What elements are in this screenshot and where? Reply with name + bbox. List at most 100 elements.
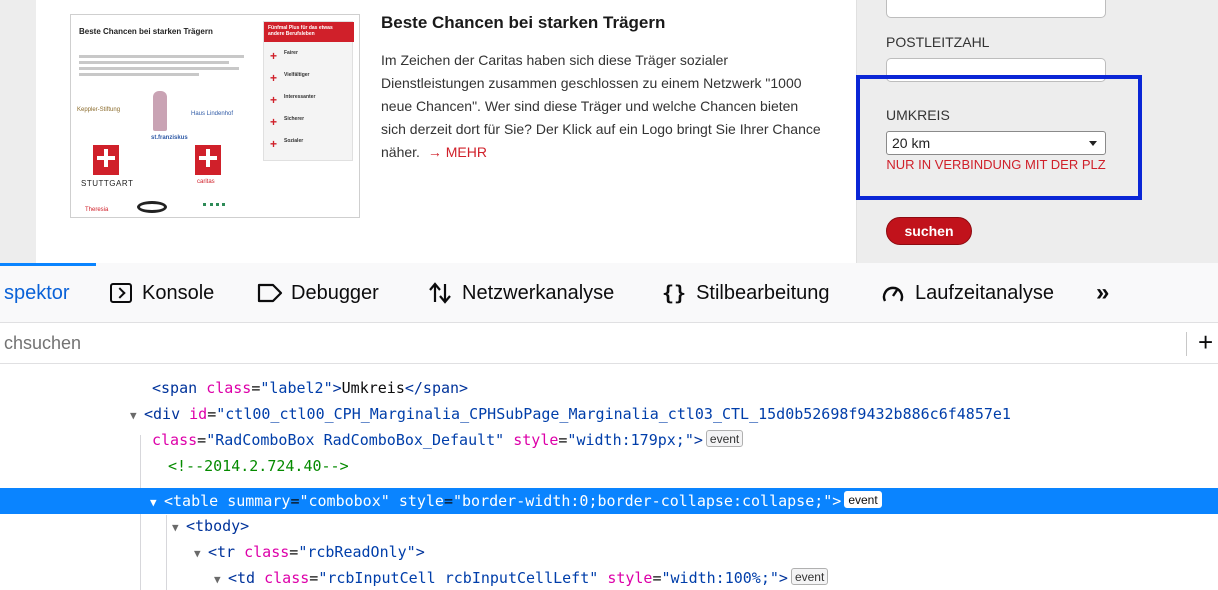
attr-name: style — [398, 492, 444, 510]
tag-close: > — [778, 569, 788, 587]
umkreis-label: UMKREIS — [886, 107, 950, 123]
tree-row-comment[interactable]: <!--2014.2.724.40--> — [168, 453, 349, 479]
attr-value: "label2" — [260, 379, 333, 397]
tag-close: > — [415, 543, 425, 561]
tag-open: <tr — [208, 543, 236, 561]
benefit-label: Sozialer — [284, 138, 304, 144]
teaser-benefits-title: Fünfmal Plus für das etwas andere Berufs… — [268, 25, 333, 37]
debugger-icon — [257, 283, 283, 303]
tab-console-label: Konsole — [142, 281, 215, 304]
tree-row-span-label[interactable]: <span class="label2">Umkreis</span> — [152, 375, 468, 401]
active-tab-indicator — [0, 263, 96, 266]
dropdown-arrow-icon — [1089, 141, 1097, 146]
keppler-logo: Keppler-Stiftung — [77, 107, 121, 113]
tab-network[interactable]: Netzwerkanalyse — [428, 277, 614, 309]
attr-name: summary — [227, 492, 291, 510]
tree-guide-line — [166, 515, 167, 590]
tree-row-table-selected[interactable]: ▼ <table summary="combobox" style="border… — [0, 488, 1218, 514]
webpage-viewport: Beste Chancen bei starken Trägern Fünfma… — [0, 0, 1218, 263]
tag-end: </span> — [404, 379, 469, 397]
toolbar-separator — [1186, 332, 1187, 356]
benefit-label: Sicherer — [284, 116, 305, 122]
expand-triangle-icon[interactable]: ▼ — [150, 490, 164, 516]
attr-name: class — [264, 569, 310, 587]
people-logo — [203, 203, 225, 215]
tag-open: <div — [144, 405, 181, 423]
teaser-text-line — [79, 73, 199, 76]
html-search-placeholder: chsuchen — [4, 333, 82, 353]
benefit-label: Vielfältiger — [284, 72, 310, 78]
teaser-text-line — [79, 67, 239, 70]
tab-style-editor[interactable]: {} Stilbearbeitung — [662, 277, 830, 309]
event-badge[interactable]: event — [705, 430, 744, 447]
performance-icon — [881, 282, 905, 304]
lindenhof-logo: Haus Lindenhof — [191, 111, 234, 117]
network-icon — [428, 282, 452, 304]
attr-name: class — [244, 543, 290, 561]
tab-performance-label: Laufzeitanalyse — [915, 281, 1054, 304]
article-title: Beste Chancen bei starken Trägern — [381, 13, 666, 32]
markup-tree: - - - - - - - - - - - <span class="label… — [0, 365, 1218, 590]
tag-open: <td — [228, 569, 256, 587]
tag-close: > — [693, 431, 703, 449]
umkreis-hint: NUR IN VERBINDUNG MIT DER PLZ — [886, 157, 1106, 172]
figure-logo — [153, 91, 167, 131]
tab-style-editor-label: Stilbearbeitung — [696, 281, 830, 304]
tab-network-label: Netzwerkanalyse — [462, 281, 615, 304]
attr-value: "combobox" — [299, 492, 390, 510]
stuttgart-logo-label: STUTTGART — [81, 179, 134, 188]
umkreis-select[interactable]: 20 km — [886, 131, 1106, 155]
add-node-icon[interactable]: + — [1198, 327, 1213, 357]
console-icon — [110, 283, 132, 303]
caritas-logo-label: caritas — [197, 179, 215, 185]
attr-value: "RadComboBox RadComboBox_Default" — [206, 431, 505, 449]
tab-overflow-button[interactable]: » — [1096, 277, 1109, 309]
attr-name: class — [206, 379, 252, 397]
attr-name: id — [189, 405, 208, 423]
comment-node: <!--2014.2.724.40--> — [168, 457, 349, 475]
teaser-image-title: Beste Chancen bei starken Trägern — [79, 27, 213, 36]
attr-value: "width:100%;" — [661, 569, 779, 587]
event-badge[interactable]: event — [844, 491, 882, 508]
plz-label: POSTLEITZAHL — [886, 34, 990, 50]
event-badge[interactable]: event — [790, 568, 829, 585]
location-input[interactable] — [886, 0, 1106, 18]
tree-row-td-clipped[interactable]: ▼ <td class="rcbInputCell rcbInputCellLef… — [214, 565, 829, 590]
attr-value: "ctl00_ctl00_CPH_Marginalia_CPHSubPage_M… — [216, 405, 1011, 423]
more-link[interactable]: → MEHR — [428, 144, 487, 160]
devtools-panel: spektor Konsole Debugger Netzwerkanalyse… — [0, 263, 1218, 590]
attr-name: style — [513, 431, 559, 449]
expand-triangle-icon[interactable]: ▼ — [214, 567, 228, 590]
attr-name: class — [152, 431, 198, 449]
tab-performance[interactable]: Laufzeitanalyse — [881, 277, 1054, 309]
tree-row-div-cont[interactable]: class="RadComboBox RadComboBox_Default" … — [152, 427, 744, 453]
tag-open: <span — [152, 379, 198, 397]
plus-icon: + — [270, 137, 278, 151]
style-editor-icon: {} — [662, 281, 687, 305]
teaser-benefits-header: Fünfmal Plus für das etwas andere Berufs… — [264, 22, 354, 42]
expand-triangle-icon[interactable]: ▼ — [172, 515, 186, 541]
tag-open: <tbody> — [186, 517, 250, 535]
tab-console[interactable]: Konsole — [110, 277, 214, 309]
search-button[interactable]: suchen — [886, 217, 972, 245]
tab-debugger[interactable]: Debugger — [257, 277, 379, 309]
expand-triangle-icon[interactable]: ▼ — [194, 541, 208, 567]
teaser-image[interactable]: Beste Chancen bei starken Trägern Fünfma… — [70, 14, 360, 218]
plus-icon: + — [270, 115, 278, 129]
plus-icon: + — [270, 71, 278, 85]
tag-open: <table — [164, 492, 219, 510]
tree-row-tr[interactable]: ▼ <tr class="rcbReadOnly"> — [194, 539, 425, 565]
tree-row-tbody[interactable]: ▼ <tbody> — [172, 513, 249, 539]
plus-icon: + — [270, 49, 278, 63]
umkreis-selected-value: 20 km — [892, 135, 931, 151]
tag-close: > — [332, 379, 342, 397]
attr-value: "border-width:0;border-collapse:collapse… — [453, 492, 833, 510]
devtools-toolbar: spektor Konsole Debugger Netzwerkanalyse… — [0, 263, 1218, 323]
plus-icon: + — [270, 93, 278, 107]
tab-inspector[interactable]: spektor — [4, 277, 70, 309]
caritas-logo-left — [93, 145, 119, 175]
tree-row-div[interactable]: ▼ <div id="ctl00_ctl00_CPH_Marginalia_CPH… — [130, 401, 1011, 427]
expand-triangle-icon[interactable]: ▼ — [130, 403, 144, 429]
teaser-text-line — [79, 61, 229, 64]
html-search-bar[interactable]: chsuchen + — [0, 324, 1218, 364]
